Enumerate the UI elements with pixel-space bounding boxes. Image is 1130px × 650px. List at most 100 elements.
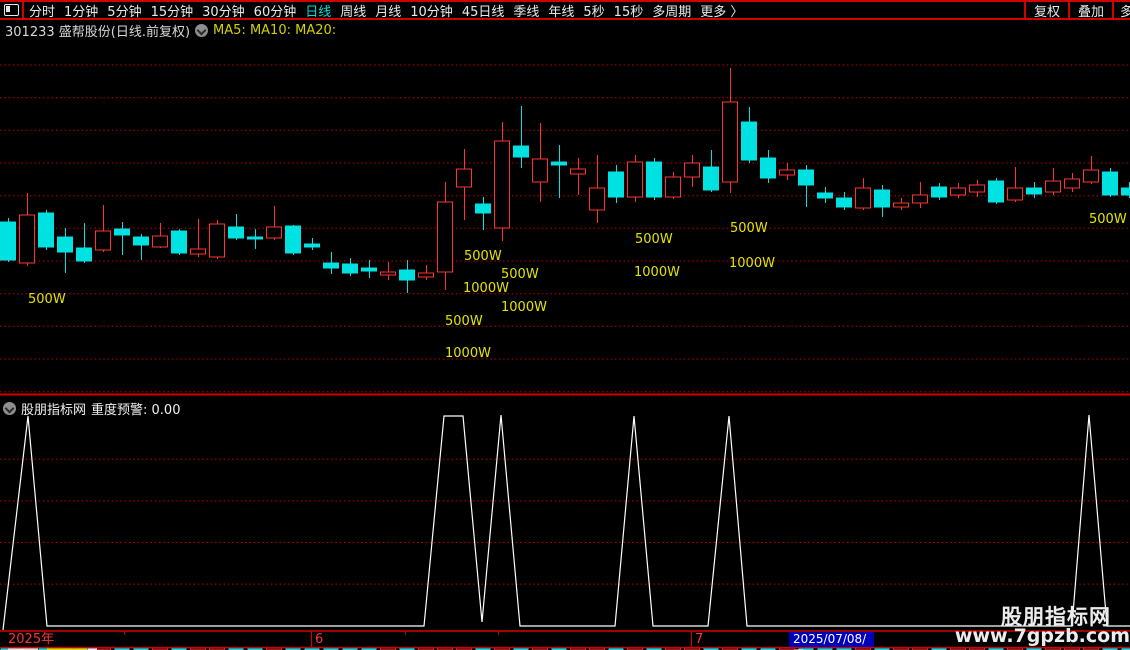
candle-body [190, 248, 206, 255]
axis-year-label: 2025年 [8, 632, 55, 647]
candle-body [893, 202, 909, 208]
candle-body [513, 145, 529, 158]
candle-body [1121, 187, 1130, 196]
candle-body [798, 169, 814, 186]
candle-body [874, 189, 890, 208]
candle-body [1102, 171, 1118, 196]
chart-canvas [0, 64, 1130, 650]
period-tab-多周期[interactable]: 多周期 [652, 2, 691, 19]
candle-body [646, 161, 662, 198]
volume-threshold-label: 1000W [445, 346, 491, 361]
period-tab-30分钟[interactable]: 30分钟 [202, 2, 245, 19]
candle-body [171, 230, 187, 254]
candle-body [57, 236, 73, 253]
period-tab-60分钟[interactable]: 60分钟 [254, 2, 297, 19]
candle-body [665, 176, 681, 198]
period-tab-月线[interactable]: 月线 [375, 2, 401, 19]
candle-body [266, 226, 282, 239]
period-tab-更多 〉[interactable]: 更多 〉 [700, 2, 743, 19]
volume-threshold-label: 500W [635, 232, 673, 247]
volume-threshold-label: 1000W [729, 256, 775, 271]
candle-body [456, 168, 472, 188]
candle-body [437, 201, 453, 273]
period-tab-5秒[interactable]: 5秒 [583, 2, 604, 19]
period-tab-周线[interactable]: 周线 [340, 2, 366, 19]
candle-body [0, 221, 16, 261]
volume-threshold-label: 500W [464, 249, 502, 264]
candle-body [380, 271, 396, 276]
candle-body [532, 158, 548, 183]
candle-body [912, 194, 928, 204]
period-tab-日线[interactable]: 日线 [305, 2, 331, 19]
indicator-collapse-icon[interactable] [3, 402, 16, 415]
candle-body [152, 235, 168, 248]
stock-title: 301233 盛帮股份(日线.前复权) [5, 24, 191, 40]
period-tab-15分钟[interactable]: 15分钟 [151, 2, 194, 19]
toolbar-right-buttons: 复权叠加多 [1023, 2, 1130, 20]
candle-body [399, 269, 415, 281]
stock-info-bar: 301233 盛帮股份(日线.前复权) MA5: MA10: MA20: [5, 22, 337, 40]
candle-body [703, 166, 719, 191]
candle-body [323, 262, 339, 269]
candle-body [247, 236, 263, 240]
ma-labels: MA5: MA10: MA20: [213, 22, 337, 38]
volume-threshold-label: 500W [28, 292, 66, 307]
candle-body [855, 187, 871, 209]
toolbar-button-叠加[interactable]: 叠加 [1067, 2, 1112, 20]
candle-body [1064, 178, 1080, 189]
period-tab-5分钟[interactable]: 5分钟 [107, 2, 141, 19]
toolbar-button-复权[interactable]: 复权 [1023, 2, 1068, 20]
candle-body [361, 267, 377, 272]
candle-body [608, 171, 624, 198]
candle-body [475, 203, 491, 214]
period-tab-45日线[interactable]: 45日线 [462, 2, 505, 19]
candle-body [1045, 180, 1061, 193]
candle-body [551, 161, 567, 166]
candle-body [133, 236, 149, 246]
watermark-url: www.7gpzb.com [954, 625, 1130, 647]
candle-body [627, 161, 643, 198]
period-tab-季线[interactable]: 季线 [513, 2, 539, 19]
indicator-source: 股朋指标网 [21, 403, 87, 418]
candle-body [76, 247, 92, 262]
candle-body [589, 187, 605, 211]
candle-body [285, 225, 301, 254]
candle-body [1083, 169, 1099, 183]
volume-threshold-label: 1000W [501, 300, 547, 315]
axis-month-label: 7 [695, 632, 704, 647]
candle-body [342, 263, 358, 274]
candle-body [38, 212, 54, 248]
candle-body [1007, 187, 1023, 201]
candle-body [760, 157, 776, 179]
toolbar-button-多[interactable]: 多 [1112, 2, 1130, 18]
volume-threshold-label: 500W [730, 221, 768, 236]
axis-month-label: 6 [315, 632, 324, 647]
candle-body [95, 230, 111, 251]
period-tab-年线[interactable]: 年线 [548, 2, 574, 19]
period-tab-10分钟[interactable]: 10分钟 [410, 2, 453, 19]
candle-body [722, 101, 738, 183]
candle-body [114, 228, 130, 236]
candle-body [19, 214, 35, 264]
volume-threshold-label: 1000W [463, 281, 509, 296]
period-toolbar: 分时 1分钟 5分钟 15分钟 30分钟 60分钟 日线 周线 月线 10分钟 45日线 季线 年线 5秒… [0, 0, 1130, 20]
indicator-header: 股朋指标网 重度预警: 0.00 [3, 399, 180, 418]
volume-threshold-label: 500W [501, 267, 539, 282]
period-tabs: 分时 1分钟 5分钟 15分钟 30分钟 60分钟 日线 周线 月线 10分钟 45日线 季线 年线 5秒… [24, 2, 1024, 19]
chevron-down-icon[interactable] [195, 23, 209, 37]
candle-body [779, 169, 795, 176]
period-tab-分时[interactable]: 分时 [29, 2, 55, 19]
candle-body [817, 192, 833, 199]
period-tab-15秒[interactable]: 15秒 [614, 2, 644, 19]
current-date-box: 2025/07/08/二 [789, 632, 874, 650]
period-tab-1分钟[interactable]: 1分钟 [64, 2, 98, 19]
candle-body [304, 243, 320, 248]
layout-icon [3, 4, 19, 16]
volume-threshold-label: 1000W [634, 265, 680, 280]
volume-threshold-label: 500W [1089, 212, 1127, 227]
candle-body [931, 186, 947, 198]
indicator-line [2, 414, 1130, 631]
window-menu-button[interactable] [0, 2, 24, 18]
candle-body [494, 140, 510, 229]
candle-body [836, 197, 852, 208]
